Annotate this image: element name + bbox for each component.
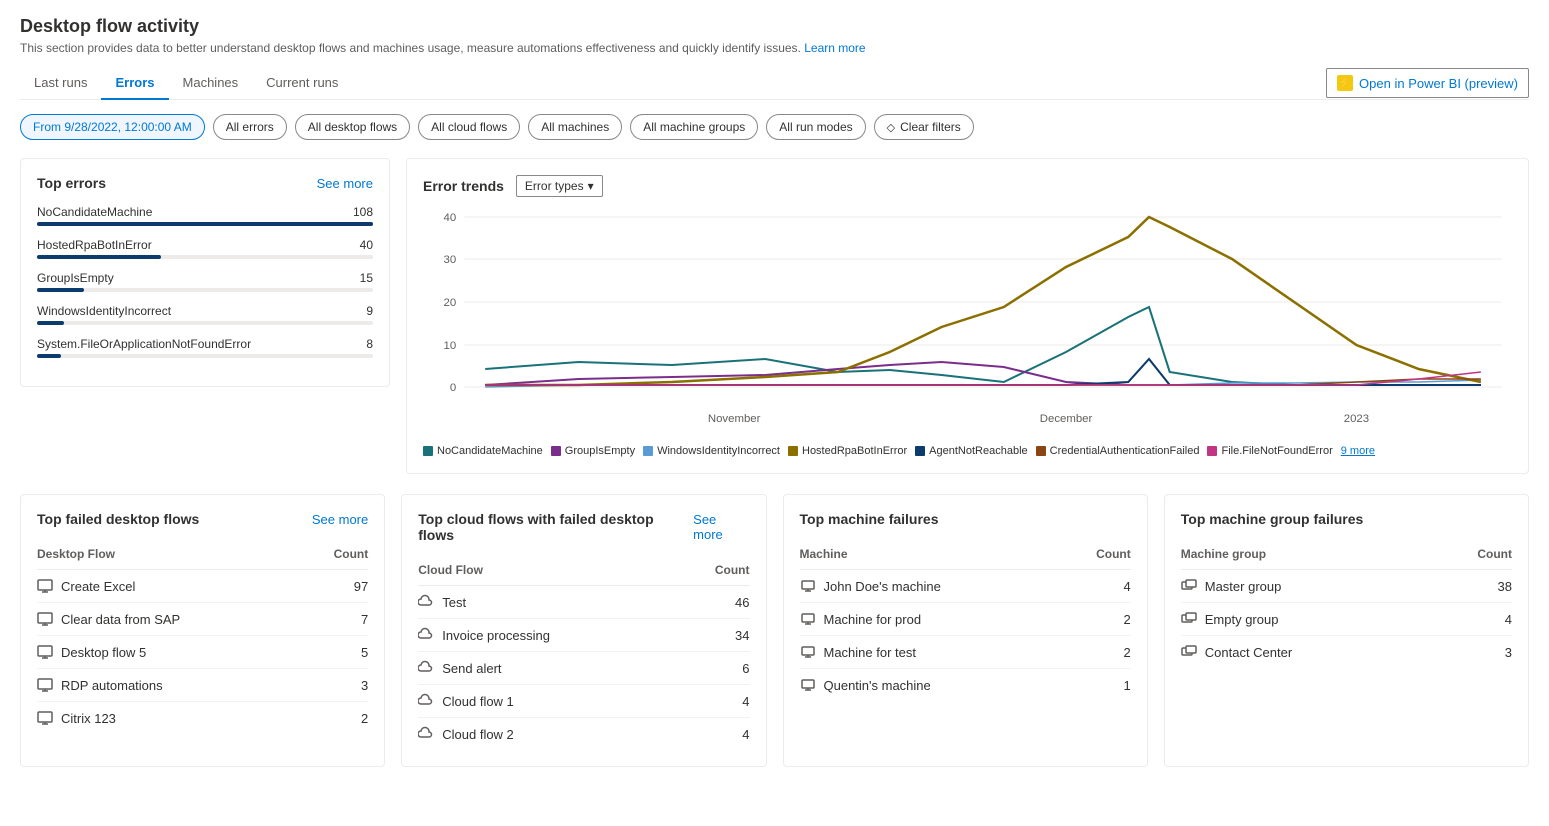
svg-text:20: 20 <box>444 297 457 309</box>
top-cloud-flows-see-more[interactable]: See more <box>693 512 749 542</box>
svg-text:30: 30 <box>444 254 457 266</box>
legend-item-windowsidentityincorrect: WindowsIdentityIncorrect <box>643 445 780 457</box>
tab-last-runs[interactable]: Last runs <box>20 67 101 100</box>
tab-machines[interactable]: Machines <box>169 67 253 100</box>
filter-machine-groups[interactable]: All machine groups <box>630 114 758 140</box>
top-machine-group-failures-title: Top machine group failures <box>1181 511 1364 527</box>
clear-filters-icon: ◇ <box>887 121 895 134</box>
filter-date[interactable]: From 9/28/2022, 12:00:00 AM <box>20 114 205 140</box>
top-errors-card: Top errors See more NoCandidateMachine 1… <box>20 158 390 387</box>
table-row: Send alert 6 <box>418 652 749 685</box>
learn-more-link[interactable]: Learn more <box>804 41 865 55</box>
top-errors-see-more[interactable]: See more <box>317 176 373 191</box>
table-row: Citrix 123 2 <box>37 702 368 734</box>
filters-bar: From 9/28/2022, 12:00:00 AM All errors A… <box>20 114 1529 140</box>
power-bi-icon: ⚡ <box>1337 75 1353 91</box>
legend-item-credentialauthfailed: CredentialAuthenticationFailed <box>1036 445 1200 457</box>
error-trends-title: Error trends <box>423 178 504 194</box>
page-title: Desktop flow activity <box>20 16 1529 37</box>
table-row: Cloud flow 1 4 <box>418 685 749 718</box>
top-machine-failures-title: Top machine failures <box>800 511 939 527</box>
table-row: Machine for prod 2 <box>800 603 1131 636</box>
table-row: Quentin's machine 1 <box>800 669 1131 701</box>
top-machine-failures-card: Top machine failures Machine Count John … <box>783 494 1148 767</box>
power-bi-button[interactable]: ⚡ Open in Power BI (preview) <box>1326 68 1529 98</box>
table-row: Empty group 4 <box>1181 603 1512 636</box>
filter-errors[interactable]: All errors <box>213 114 287 140</box>
page-subtitle: This section provides data to better und… <box>20 41 1529 55</box>
error-trends-card: Error trends Error types ▾ <box>406 158 1529 474</box>
error-item: GroupIsEmpty 15 <box>37 271 373 292</box>
top-errors-title: Top errors <box>37 175 106 191</box>
top-failed-desktop-flows-see-more[interactable]: See more <box>312 512 368 527</box>
legend-item-groupisempty: GroupIsEmpty <box>551 445 635 457</box>
top-cloud-flows-title: Top cloud flows with failed desktop flow… <box>418 511 693 543</box>
svg-text:December: December <box>1040 413 1093 425</box>
table-row: Test 46 <box>418 586 749 619</box>
top-failed-desktop-flows-card: Top failed desktop flows See more Deskto… <box>20 494 385 767</box>
legend-item-agentnotreachable: AgentNotReachable <box>915 445 1027 457</box>
error-item: System.FileOrApplicationNotFoundError 8 <box>37 337 373 358</box>
desktop-flows-table: Desktop Flow Count Create Excel 97 Clear… <box>37 541 368 734</box>
legend-item-filenotfounderror: File.FileNotFoundError <box>1207 445 1332 457</box>
top-machine-group-failures-card: Top machine group failures Machine group… <box>1164 494 1529 767</box>
cloud-flows-rows: Test 46 Invoice processing 34 Send alert… <box>418 586 749 750</box>
svg-text:40: 40 <box>444 212 457 224</box>
error-item: NoCandidateMachine 108 <box>37 205 373 226</box>
filter-desktop-flows[interactable]: All desktop flows <box>295 114 410 140</box>
tab-current-runs[interactable]: Current runs <box>252 67 352 100</box>
chart-area: 40 30 20 10 0 November December 2023 <box>423 207 1512 437</box>
svg-text:10: 10 <box>444 340 457 352</box>
clear-filters-button[interactable]: ◇ Clear filters <box>874 114 974 140</box>
filter-run-modes[interactable]: All run modes <box>766 114 865 140</box>
table-row: Invoice processing 34 <box>418 619 749 652</box>
legend-item-nocandidatemachine: NoCandidateMachine <box>423 445 543 457</box>
table-row: Master group 38 <box>1181 570 1512 603</box>
table-row: RDP automations 3 <box>37 669 368 702</box>
table-row: Contact Center 3 <box>1181 636 1512 668</box>
bottom-section: Top failed desktop flows See more Deskto… <box>20 494 1529 767</box>
chevron-down-icon: ▾ <box>588 179 594 193</box>
desktop-flows-rows: Create Excel 97 Clear data from SAP 7 De… <box>37 570 368 734</box>
machine-group-failures-rows: Master group 38 Empty group 4 Contact Ce… <box>1181 570 1512 668</box>
top-failed-desktop-flows-title: Top failed desktop flows <box>37 511 199 527</box>
table-row: Machine for test 2 <box>800 636 1131 669</box>
cloud-flows-table: Cloud Flow Count Test 46 Invoice process… <box>418 557 749 750</box>
table-row: Create Excel 97 <box>37 570 368 603</box>
legend-more-link[interactable]: 9 more <box>1341 445 1375 457</box>
chart-legend: NoCandidateMachine GroupIsEmpty WindowsI… <box>423 445 1512 457</box>
table-row: Clear data from SAP 7 <box>37 603 368 636</box>
top-cloud-flows-card: Top cloud flows with failed desktop flow… <box>401 494 766 767</box>
svg-text:November: November <box>708 413 761 425</box>
tabs-bar: Last runs Errors Machines Current runs ⚡… <box>20 67 1529 100</box>
machine-failures-table: Machine Count John Doe's machine 4 Machi… <box>800 541 1131 701</box>
filter-machines[interactable]: All machines <box>528 114 622 140</box>
error-item: WindowsIdentityIncorrect 9 <box>37 304 373 325</box>
filter-cloud-flows[interactable]: All cloud flows <box>418 114 520 140</box>
machine-group-failures-table: Machine group Count Master group 38 Empt… <box>1181 541 1512 668</box>
table-row: Desktop flow 5 5 <box>37 636 368 669</box>
table-row: Cloud flow 2 4 <box>418 718 749 750</box>
svg-text:2023: 2023 <box>1344 413 1369 425</box>
legend-item-hostedrpabotinerror: HostedRpaBotInError <box>788 445 907 457</box>
table-row: John Doe's machine 4 <box>800 570 1131 603</box>
machine-failures-rows: John Doe's machine 4 Machine for prod 2 … <box>800 570 1131 701</box>
error-item: HostedRpaBotInError 40 <box>37 238 373 259</box>
tab-errors[interactable]: Errors <box>101 67 168 100</box>
error-types-dropdown[interactable]: Error types ▾ <box>516 175 603 197</box>
svg-text:0: 0 <box>450 382 456 394</box>
error-items-container: NoCandidateMachine 108 HostedRpaBotInErr… <box>37 205 373 358</box>
error-trends-chart: 40 30 20 10 0 November December 2023 <box>423 207 1512 437</box>
